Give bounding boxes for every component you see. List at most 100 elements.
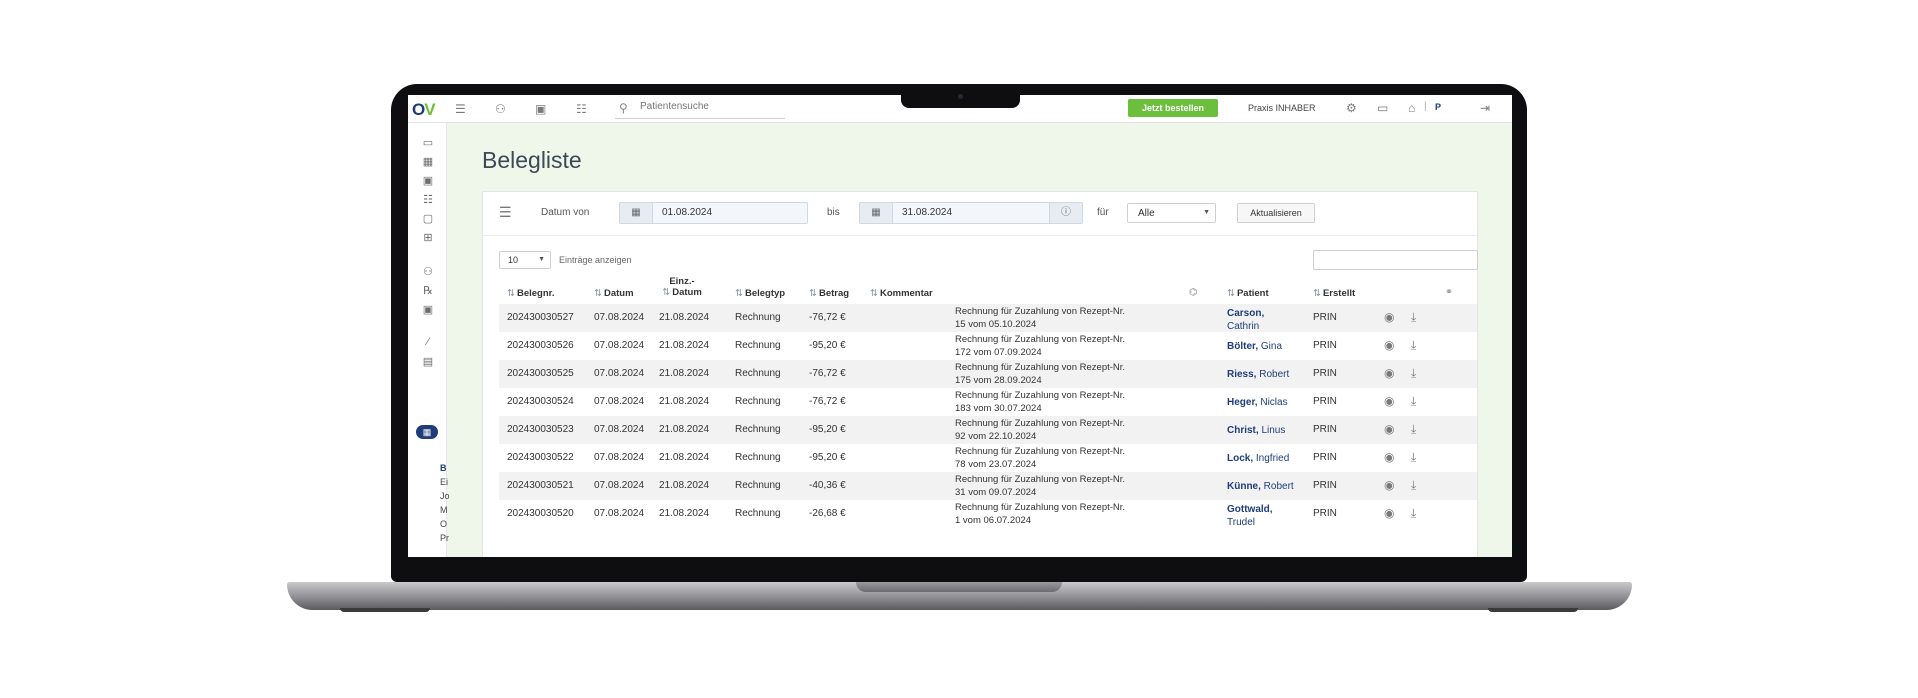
cell-erstellt: PRIN (1313, 368, 1337, 379)
document-add-icon[interactable]: ▣ (535, 101, 546, 117)
patient-search[interactable]: ⚲ (615, 99, 785, 119)
sidebar-sub-item[interactable]: Ei (440, 477, 448, 487)
sidebar-patients-icon[interactable]: ⚇ (420, 265, 436, 278)
sidebar-clipboard-icon[interactable]: ▢ (420, 212, 436, 225)
view-icon[interactable]: ◉ (1384, 310, 1394, 324)
sort-icon: ⇅ (1313, 288, 1321, 299)
download-icon[interactable]: ⤓ (1411, 506, 1416, 521)
cell-patient[interactable]: Heger, Niclas (1227, 396, 1297, 409)
header-belegnr[interactable]: ⇅ Belegnr. (507, 288, 554, 299)
table-row[interactable]: 202430030521 07.08.2024 21.08.2024 Rechn… (499, 472, 1477, 500)
table-search-input[interactable] (1313, 250, 1478, 270)
header-datum[interactable]: ⇅ Datum (594, 288, 634, 299)
header-kommentar[interactable]: ⇅ Kommentar (870, 288, 933, 299)
table-row[interactable]: 202430030526 07.08.2024 21.08.2024 Rechn… (499, 332, 1477, 360)
comment-line: Rechnung für Zuzahlung von Rezept-Nr. (955, 362, 1126, 373)
calendar-icon[interactable]: ▦ (860, 203, 893, 223)
view-icon[interactable]: ◉ (1384, 338, 1394, 352)
table-row[interactable]: 202430030522 07.08.2024 21.08.2024 Rechn… (499, 444, 1477, 472)
link-icon[interactable]: ⚭ (1445, 287, 1453, 298)
logout-icon[interactable]: ⇥ (1480, 101, 1490, 115)
sidebar-appointments-icon[interactable]: ▣ (420, 174, 436, 187)
sidebar-sub-item[interactable]: O (440, 519, 447, 529)
header-belegtyp[interactable]: ⇅ Belegtyp (735, 288, 785, 299)
sidebar-dashboard-icon[interactable]: ▭ (420, 136, 436, 149)
header-patient[interactable]: ⇅ Patient (1227, 288, 1269, 299)
app-logo[interactable]: OV (412, 100, 436, 120)
sidebar-documents-active-icon[interactable]: ▦ (416, 425, 438, 439)
view-icon[interactable]: ◉ (1384, 478, 1394, 492)
view-icon[interactable]: ◉ (1384, 366, 1394, 380)
table-row[interactable]: 202430030527 07.08.2024 21.08.2024 Rechn… (499, 304, 1477, 332)
cell-patient[interactable]: Künne, Robert (1227, 480, 1297, 493)
entries-select[interactable]: 10 ▼ (499, 251, 551, 269)
cell-kommentar: Rechnung für Zuzahlung von Rezept-Nr. 183… (955, 389, 1215, 415)
patient-search-input[interactable] (640, 101, 780, 112)
sidebar-tools-icon[interactable]: ⁄ (420, 336, 436, 348)
update-button[interactable]: Aktualisieren (1237, 203, 1315, 223)
sidebar-billing-icon[interactable]: ▤ (420, 355, 436, 368)
date-from-field[interactable]: ▦ 01.08.2024 (619, 202, 808, 224)
task-list-icon[interactable]: ☷ (576, 101, 587, 117)
sort-icon: ⇅ (1227, 288, 1235, 299)
sidebar-sub-item[interactable]: M (440, 505, 448, 515)
sidebar-sub-item[interactable]: Jo (440, 491, 450, 501)
inbox-icon[interactable]: ▭ (1377, 101, 1388, 115)
view-icon[interactable]: ◉ (1384, 450, 1394, 464)
download-icon[interactable]: ⤓ (1411, 478, 1416, 493)
view-icon[interactable]: ◉ (1384, 394, 1394, 408)
sidebar-prescription-icon[interactable]: ℞ (420, 284, 436, 297)
view-icon[interactable]: ◉ (1384, 506, 1394, 520)
for-select[interactable]: Alle ▼ (1127, 203, 1216, 223)
date-to-field[interactable]: ▦ 31.08.2024 ⓘ (859, 202, 1083, 224)
cell-patient[interactable]: Riess, Robert (1227, 368, 1297, 381)
order-now-button[interactable]: Jetzt bestellen (1128, 99, 1218, 117)
sidebar-sub-item[interactable]: Pr (440, 533, 449, 543)
patient-first-name: Cathrin (1227, 321, 1260, 332)
home-icon[interactable]: ⌂ (1408, 101, 1415, 115)
sidebar-calendar-icon[interactable]: ▦ (420, 155, 436, 168)
download-icon[interactable]: ⤓ (1411, 338, 1416, 353)
patient-last-name: Künne, (1227, 481, 1261, 492)
header-label: Betrag (818, 288, 850, 299)
calendar-icon[interactable]: ▦ (620, 203, 653, 223)
tag-icon[interactable]: ⌬ (1189, 287, 1197, 298)
cell-betrag: -95,20 € (809, 424, 846, 435)
cell-patient[interactable]: Bölter, Gina (1227, 340, 1297, 353)
cell-belegtyp: Rechnung (735, 396, 781, 407)
cell-patient[interactable]: Lock, Ingfried (1227, 452, 1297, 465)
sidebar-tasks-icon[interactable]: ☷ (420, 193, 436, 206)
table-row[interactable]: 202430030525 07.08.2024 21.08.2024 Rechn… (499, 360, 1477, 388)
download-icon[interactable]: ⤓ (1411, 422, 1416, 437)
download-icon[interactable]: ⤓ (1411, 310, 1416, 325)
user-initial[interactable]: P (1435, 102, 1441, 112)
sidebar-sub-item[interactable]: B (440, 463, 447, 473)
download-icon[interactable]: ⤓ (1411, 394, 1416, 409)
date-from-label: Datum von (541, 207, 590, 218)
table-row[interactable]: 202430030520 07.08.2024 21.08.2024 Rechn… (499, 500, 1477, 528)
table-row[interactable]: 202430030524 07.08.2024 21.08.2024 Rechn… (499, 388, 1477, 416)
cell-patient[interactable]: Carson, Cathrin (1227, 307, 1297, 333)
filter-settings-icon[interactable]: ☰ (499, 204, 512, 221)
sidebar-structure-icon[interactable]: ⊞ (420, 231, 436, 244)
patient-first-name: Linus (1261, 425, 1286, 436)
header-label: Datum (672, 287, 702, 298)
cell-einz-datum: 21.08.2024 (659, 368, 710, 379)
header-einz-datum[interactable]: Einz.- ⇅ Datum (659, 276, 705, 298)
header-erstellt[interactable]: ⇅ Erstellt (1313, 288, 1355, 299)
settings-icon[interactable]: ⚙ (1346, 101, 1357, 115)
patient-last-name: Gottwald, (1227, 504, 1273, 515)
document-list-card: ☰ Datum von ▦ 01.08.2024 bis ▦ 31.08.202… (482, 191, 1479, 557)
user-icon[interactable]: ⚇ (495, 101, 506, 117)
header-betrag[interactable]: ⇅ Betrag (809, 288, 849, 299)
cell-patient[interactable]: Christ, Linus (1227, 424, 1297, 437)
download-icon[interactable]: ⤓ (1411, 366, 1416, 381)
view-icon[interactable]: ◉ (1384, 422, 1394, 436)
download-icon[interactable]: ⤓ (1411, 450, 1416, 465)
menu-icon[interactable]: ☰ (455, 101, 466, 117)
info-icon[interactable]: ⓘ (1049, 203, 1082, 223)
table-row[interactable]: 202430030523 07.08.2024 21.08.2024 Rechn… (499, 416, 1477, 444)
patient-last-name: Bölter, (1227, 341, 1259, 352)
sidebar-schedule-icon[interactable]: ▣ (420, 303, 436, 316)
cell-patient[interactable]: Gottwald, Trudel (1227, 503, 1297, 529)
